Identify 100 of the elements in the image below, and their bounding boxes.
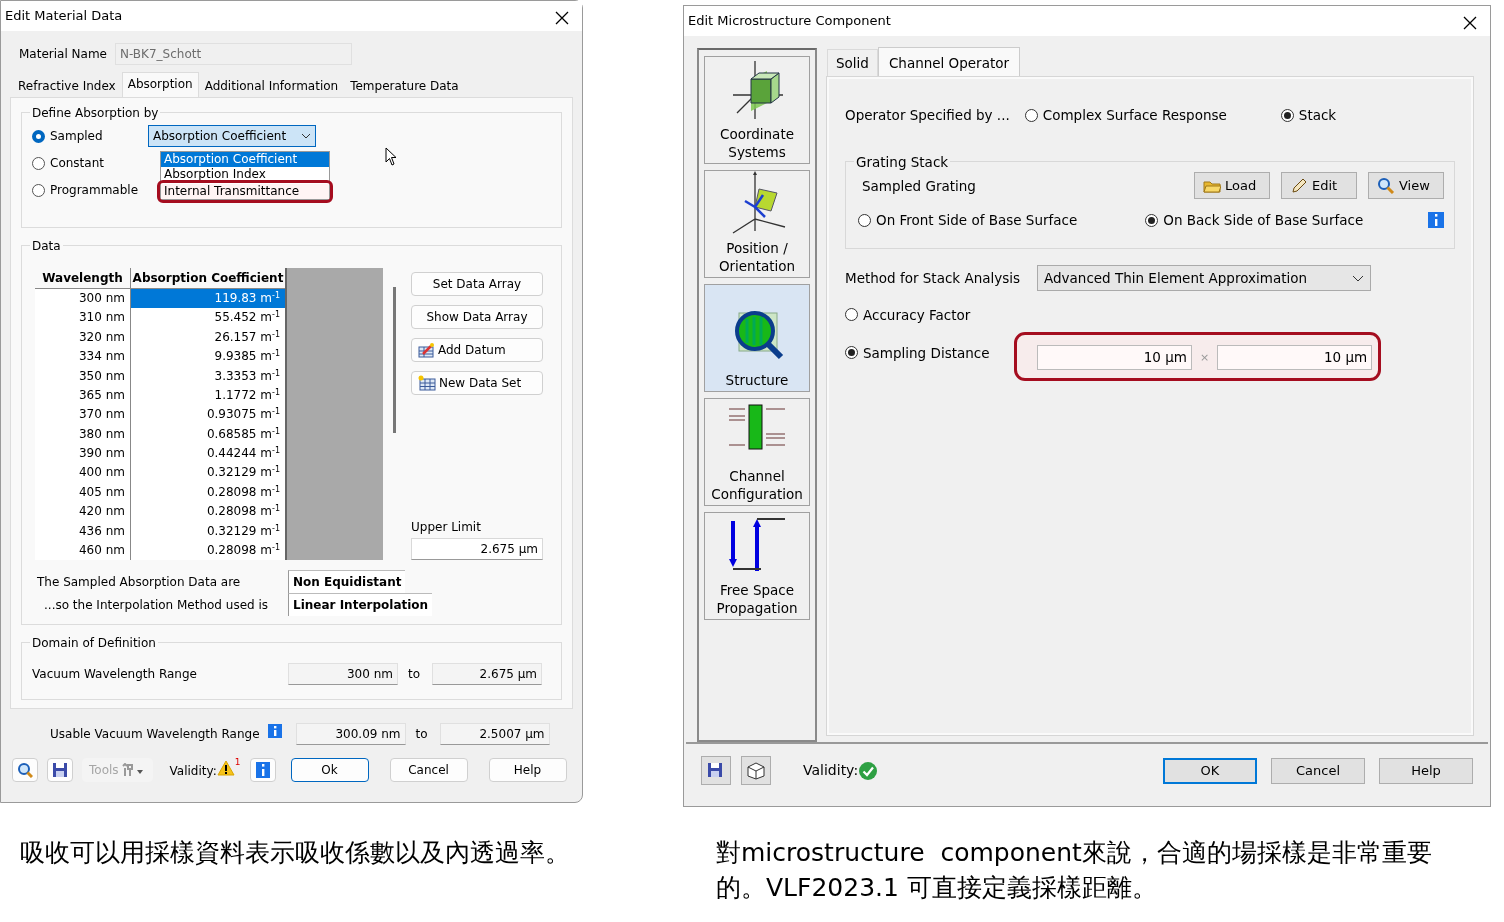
table-new-icon bbox=[418, 374, 436, 391]
save-button[interactable] bbox=[47, 758, 73, 782]
table-cell[interactable]: 26.157 m$^{-1}$ bbox=[130, 327, 285, 348]
table-cell: 390 nm bbox=[35, 444, 130, 464]
tools-icon bbox=[121, 763, 146, 777]
sidebar-label: Structure bbox=[724, 370, 790, 389]
validity-label: Validity: bbox=[803, 761, 859, 780]
field-label: Usable Vacuum Wavelength Range bbox=[50, 726, 260, 743]
dialog-button[interactable]: Help bbox=[1379, 757, 1473, 784]
group-title: Define Absorption by bbox=[30, 104, 161, 122]
button[interactable]: View bbox=[1368, 172, 1444, 200]
table-cell[interactable]: 55.452 m$^{-1}$ bbox=[130, 308, 285, 328]
sidebar-item[interactable]: Position / Orientation bbox=[704, 170, 810, 278]
button[interactable]: Edit bbox=[1281, 172, 1357, 200]
dialog-button[interactable]: Cancel bbox=[1271, 757, 1365, 784]
range-from-field[interactable]: 300 nm bbox=[288, 663, 398, 686]
info-value: Non Equidistant bbox=[288, 570, 406, 594]
field-label: Method for Stack Analysis bbox=[845, 269, 1022, 289]
sidebar-label: Coordinate Systems bbox=[719, 124, 795, 161]
table-cell[interactable]: 0.32129 m$^{-1}$ bbox=[130, 463, 285, 483]
pencil-icon bbox=[1290, 177, 1308, 195]
radio-button[interactable] bbox=[1145, 213, 1159, 227]
table-cell: 380 nm bbox=[35, 424, 130, 445]
info-icon bbox=[255, 762, 270, 778]
dialog-button[interactable]: Help bbox=[488, 758, 567, 782]
button[interactable]: New Data Set bbox=[411, 370, 543, 395]
table-cell: 460 nm bbox=[35, 541, 130, 561]
dropdown[interactable]: Absorption Coefficient bbox=[148, 125, 316, 147]
radio-label[interactable]: On Front Side of Base Surface bbox=[876, 210, 1078, 231]
button[interactable]: Add Datum bbox=[411, 337, 543, 362]
radio-label[interactable]: Stack bbox=[1298, 105, 1337, 126]
sidebar-label: Position / Orientation bbox=[717, 238, 797, 275]
radio-label[interactable]: Sampling Distance bbox=[863, 342, 990, 363]
cube-icon bbox=[746, 761, 766, 780]
sidebar-item[interactable]: Coordinate Systems bbox=[704, 56, 810, 164]
info-label: ...so the Interpolation Method used is bbox=[43, 597, 270, 615]
radio-label[interactable]: Sampled bbox=[50, 127, 103, 145]
radio-button[interactable] bbox=[845, 346, 858, 360]
radio-label[interactable]: Complex Surface Response bbox=[1042, 105, 1227, 126]
radio-label[interactable]: On Back Side of Base Surface bbox=[1163, 210, 1364, 231]
sidebar-item[interactable]: Channel Configuration bbox=[704, 398, 810, 506]
radio-label[interactable]: Programmable bbox=[50, 181, 138, 199]
field-label: Vacuum Wavelength Range bbox=[32, 666, 198, 684]
button[interactable]: Set Data Array bbox=[411, 271, 543, 296]
radio-button[interactable] bbox=[845, 308, 858, 322]
table-cell[interactable]: 0.32129 m$^{-1}$ bbox=[130, 521, 285, 542]
table-cell: 370 nm bbox=[35, 405, 130, 425]
table-cell[interactable]: 0.28098 m$^{-1}$ bbox=[130, 541, 285, 561]
tab[interactable]: Solid bbox=[827, 48, 878, 76]
dropdown-option[interactable]: Absorption Coefficient bbox=[161, 152, 329, 167]
table-cell[interactable]: 0.28098 m$^{-1}$ bbox=[130, 482, 285, 503]
range-to-field[interactable]: 2.675 µm bbox=[432, 663, 543, 686]
table-cell[interactable]: 3.3353 m$^{-1}$ bbox=[130, 366, 285, 386]
radio-button[interactable] bbox=[32, 183, 45, 197]
radio-button[interactable] bbox=[858, 213, 871, 227]
upper-limit-field[interactable]: 2.675 µm bbox=[411, 538, 543, 561]
sidebar-item[interactable]: Structure bbox=[704, 284, 810, 392]
dropdown-option[interactable]: Absorption Index bbox=[161, 167, 329, 182]
radio-button[interactable] bbox=[1024, 108, 1038, 122]
radio-button[interactable] bbox=[1280, 108, 1294, 122]
table-cell[interactable]: 0.68585 m$^{-1}$ bbox=[130, 424, 285, 445]
column-header[interactable]: Absorption Coefficient bbox=[130, 267, 285, 289]
table-cell[interactable]: 0.28098 m$^{-1}$ bbox=[130, 502, 285, 522]
sampling-y-field[interactable]: 10 µm bbox=[1217, 345, 1373, 371]
window-title: Edit Microstructure Component bbox=[688, 12, 891, 31]
table-cell[interactable]: 0.93075 m$^{-1}$ bbox=[130, 405, 285, 425]
radio-button[interactable] bbox=[32, 156, 45, 170]
window-title: Edit Material Data bbox=[5, 7, 123, 26]
info-button[interactable] bbox=[249, 758, 276, 782]
caption: 吸收可以用採樣資料表示吸收係數以及內透過率。 bbox=[20, 837, 571, 869]
material-name-field[interactable]: N-BK7_Schott bbox=[114, 43, 352, 65]
caption: 對microstructure component來說，合適的場採樣是非常重要的。VLF2023.1 可直接定義採樣距離。 bbox=[716, 837, 1433, 904]
sampling-x-field[interactable]: 10 µm bbox=[1037, 345, 1192, 371]
table-cell[interactable]: 119.83 m$^{-1}$ bbox=[130, 288, 285, 309]
range-from-field[interactable]: 300.09 nm bbox=[295, 723, 406, 745]
radio-button[interactable] bbox=[32, 129, 45, 143]
field-label: Material Name bbox=[19, 46, 107, 63]
table-cell[interactable]: 1.1772 m$^{-1}$ bbox=[130, 385, 285, 406]
tab[interactable]: Channel Operator bbox=[877, 46, 1021, 76]
radio-label[interactable]: Constant bbox=[50, 154, 104, 172]
sidebar-item[interactable]: Free Space Propagation bbox=[704, 512, 810, 620]
sidebar-label: Channel Configuration bbox=[710, 466, 804, 503]
table-cell[interactable]: 0.44244 m$^{-1}$ bbox=[130, 444, 285, 464]
multiply-sign: × bbox=[1200, 349, 1210, 366]
table-add-icon bbox=[418, 341, 435, 358]
search-button[interactable] bbox=[12, 758, 38, 782]
dropdown[interactable]: Advanced Thin Element Approximation bbox=[1037, 265, 1371, 292]
button[interactable]: Load bbox=[1194, 172, 1270, 200]
dialog-button[interactable]: OK bbox=[1163, 757, 1257, 784]
dialog-button[interactable]: Cancel bbox=[389, 758, 468, 782]
field-label: Sampled Grating bbox=[862, 176, 976, 196]
dialog-button[interactable]: Ok bbox=[290, 758, 369, 782]
range-to-field[interactable]: 2.5007 µm bbox=[439, 723, 550, 745]
view-3d-button[interactable] bbox=[741, 756, 771, 785]
save-button[interactable] bbox=[701, 756, 731, 785]
sidebar-label: Free Space Propagation bbox=[715, 580, 799, 617]
tab[interactable]: Absorption bbox=[121, 72, 199, 97]
radio-label[interactable]: Accuracy Factor bbox=[863, 304, 971, 325]
table-cell[interactable]: 9.9385 m$^{-1}$ bbox=[130, 347, 285, 367]
button[interactable]: Show Data Array bbox=[411, 304, 543, 329]
